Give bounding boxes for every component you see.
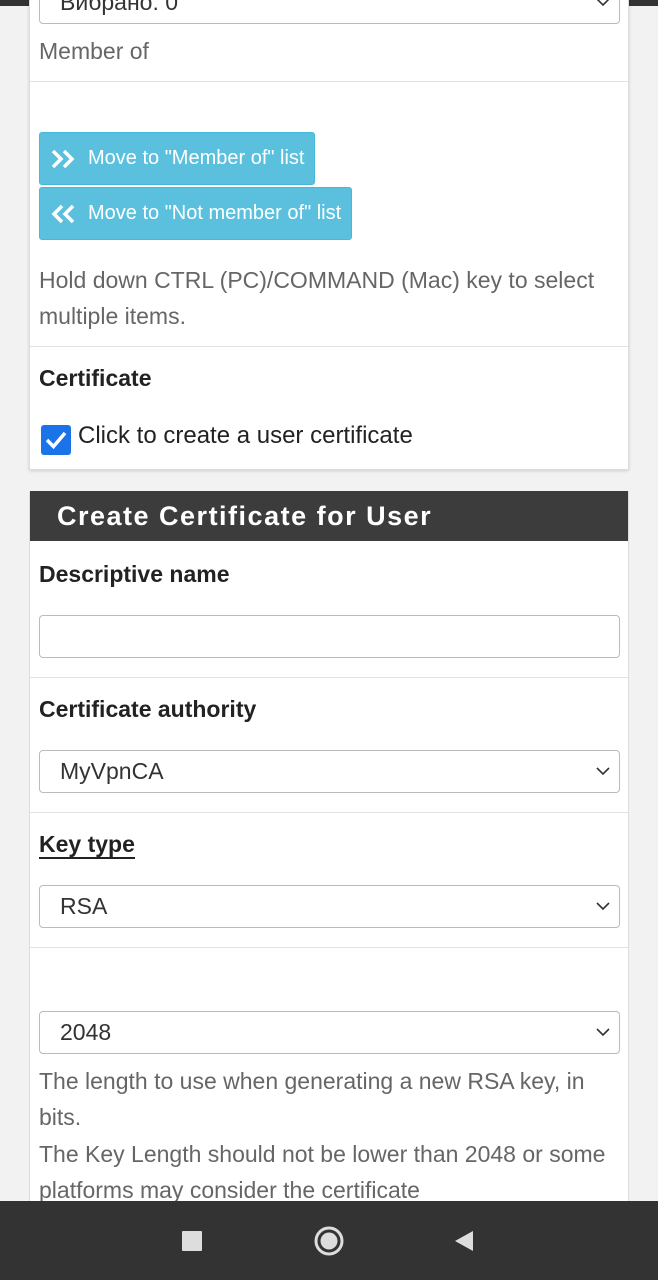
system-nav-bar (0, 1201, 658, 1280)
certificate-authority-label: Certificate authority (39, 696, 257, 722)
descriptive-name-row: Descriptive name (30, 541, 628, 678)
group-move-row: Move to "Member of" list Move to "Not me… (30, 82, 628, 347)
create-certificate-label[interactable]: Click to create a user certificate (78, 422, 413, 450)
key-type-value: RSA (60, 893, 108, 919)
checkmark-icon (45, 431, 67, 450)
groups-help-text: Hold down CTRL (PC)/COMMAND (Mac) key to… (39, 267, 595, 329)
chevron-down-icon (596, 767, 610, 776)
create-certificate-header: Create Certificate for User (30, 491, 628, 541)
move-to-member-label: Move to "Member of" list (88, 147, 305, 169)
double-chevron-left-icon (51, 204, 75, 224)
move-to-not-member-button[interactable]: Move to "Not member of" list (39, 187, 353, 240)
recent-apps-icon[interactable] (182, 1231, 202, 1251)
descriptive-name-input[interactable] (39, 615, 620, 658)
key-length-value: 2048 (60, 1019, 112, 1045)
certificate-authority-value: MyVpnCA (60, 758, 164, 784)
member-of-row: Вибрано: 0 Member of (30, 0, 628, 82)
key-length-help-1: The length to use when generating a new … (39, 1068, 585, 1130)
move-to-not-member-label: Move to "Not member of" list (88, 202, 342, 224)
member-of-label: Member of (39, 38, 149, 64)
certificate-row: Certificate Click to create a user certi… (30, 347, 628, 470)
key-type-label: Key type (39, 831, 135, 859)
certificate-authority-row: Certificate authority MyVpnCA (30, 678, 628, 813)
double-chevron-right-icon (51, 149, 75, 169)
chevron-down-icon (596, 902, 610, 911)
descriptive-name-label: Descriptive name (39, 561, 230, 587)
member-of-select-value: Вибрано: 0 (60, 0, 179, 15)
member-of-select[interactable]: Вибрано: 0 (39, 0, 620, 24)
chevron-down-icon (596, 0, 610, 7)
key-length-select[interactable]: 2048 (39, 1011, 620, 1054)
key-type-row: Key type RSA (30, 813, 628, 948)
key-type-select[interactable]: RSA (39, 885, 620, 928)
key-length-help-2: The Key Length should not be lower than … (39, 1141, 606, 1203)
move-to-member-button[interactable]: Move to "Member of" list (39, 132, 316, 185)
home-icon[interactable] (313, 1225, 345, 1257)
user-groups-panel: Вибрано: 0 Member of Move to "Member of"… (29, 0, 629, 470)
key-length-row: 2048 The length to use when generating a… (30, 948, 628, 1203)
certificate-authority-select[interactable]: MyVpnCA (39, 750, 620, 793)
certificate-label: Certificate (39, 365, 152, 391)
chevron-down-icon (596, 1028, 610, 1037)
create-certificate-checkbox[interactable] (41, 425, 71, 455)
create-certificate-panel: Create Certificate for User Descriptive … (29, 491, 629, 1203)
back-icon[interactable] (453, 1229, 475, 1253)
